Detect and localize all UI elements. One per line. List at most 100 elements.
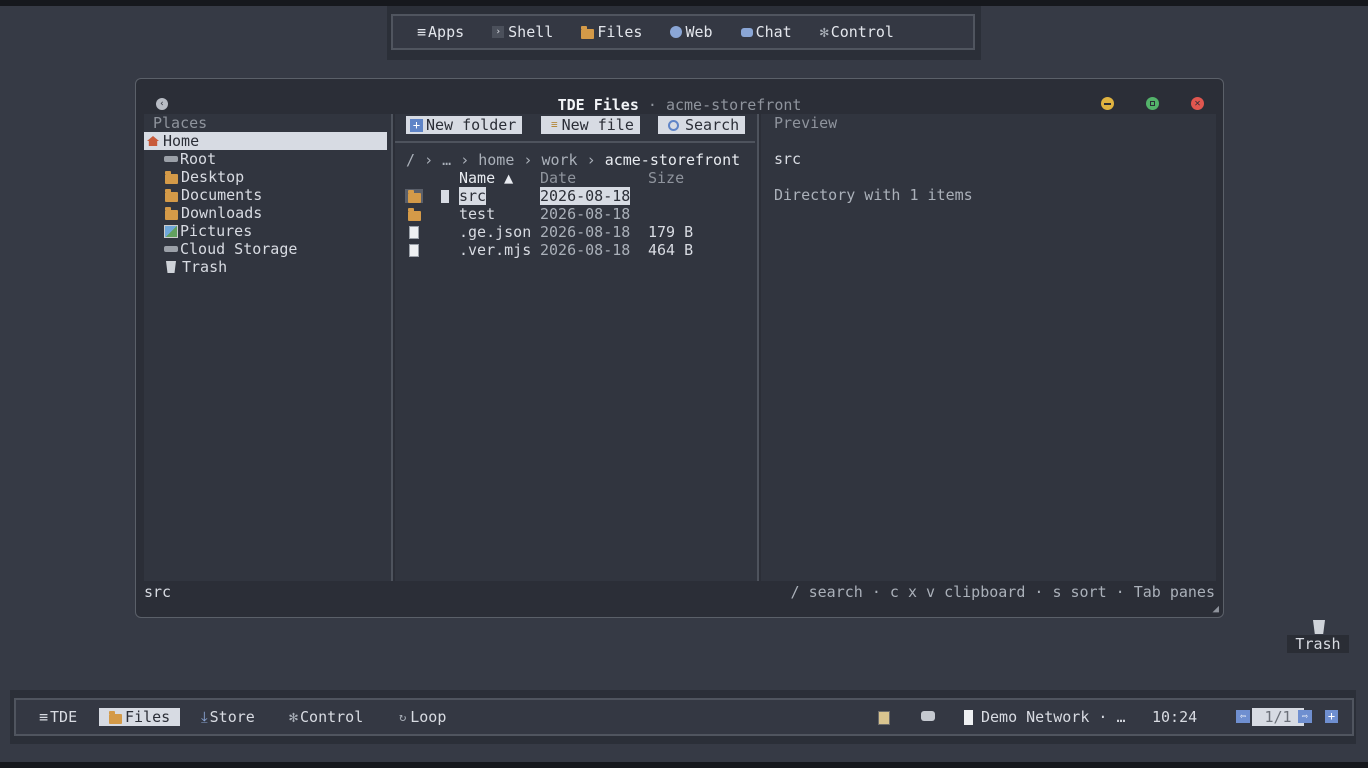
plus-icon: +: [410, 118, 423, 132]
terminal-icon: ›: [492, 26, 505, 38]
file-list-panel: + New folder ≡ New file Search / › … › h…: [395, 114, 759, 581]
clipboard-icon[interactable]: [878, 711, 890, 725]
robot-icon[interactable]: [921, 711, 935, 721]
folder-icon: [165, 188, 178, 202]
file-row[interactable]: .ver.mjs 2026-08-18 464 B: [395, 241, 755, 259]
next-workspace-icon[interactable]: ⇨: [1298, 710, 1312, 723]
menu-web-label: Web: [685, 23, 713, 41]
places-item-label: Downloads: [181, 204, 263, 222]
menu-control-label: Control: [830, 23, 894, 41]
search-icon: [668, 119, 679, 131]
breadcrumb-separator: ›: [523, 151, 533, 169]
download-icon: ⤓: [201, 708, 208, 726]
add-workspace-icon[interactable]: +: [1325, 710, 1338, 723]
home-icon: [147, 136, 159, 146]
close-button[interactable]: ✕: [1191, 97, 1204, 110]
menu-web[interactable]: Web: [670, 23, 713, 41]
globe-icon: [670, 26, 683, 38]
menu-control[interactable]: ✻ Control: [820, 23, 894, 41]
breadcrumb-root[interactable]: /: [406, 151, 415, 169]
desktop-trash-label: Trash: [1287, 635, 1349, 653]
new-file-button[interactable]: ≡ New file: [541, 116, 640, 134]
taskbar-tde[interactable]: ≡ TDE: [39, 708, 77, 726]
new-folder-button[interactable]: + New folder: [406, 116, 523, 134]
file-row[interactable]: .ge.json 2026-08-18 179 B: [395, 223, 755, 241]
file-row[interactable]: test 2026-08-18: [395, 205, 755, 223]
places-item-label: Home: [163, 132, 200, 150]
taskbar-loop-label: Loop: [410, 708, 447, 726]
new-folder-label: New folder: [426, 116, 517, 134]
cursor-marker: [441, 190, 449, 203]
breadcrumb-separator: ›: [586, 151, 596, 169]
maximize-button[interactable]: [1146, 97, 1159, 110]
places-item-desktop[interactable]: Desktop: [164, 168, 244, 186]
network-status[interactable]: Demo Network · …: [981, 708, 1126, 726]
places-item-root[interactable]: Root: [164, 150, 216, 168]
status-hints: / search · c x v clipboard · s sort · Ta…: [790, 583, 1215, 601]
menu-icon: ≡: [417, 23, 427, 41]
taskbar-loop[interactable]: ↻ Loop: [399, 708, 446, 726]
taskbar-files-label: Files: [125, 708, 171, 726]
folder-icon: [581, 25, 595, 39]
places-item-label: Root: [180, 150, 217, 168]
resize-handle[interactable]: ◢: [1212, 602, 1219, 615]
desktop-trash[interactable]: Trash: [1287, 618, 1349, 654]
menu-apps-label: Apps: [428, 23, 465, 41]
search-button[interactable]: Search: [658, 116, 746, 134]
menu-shell[interactable]: › Shell: [492, 23, 553, 41]
taskbar-control[interactable]: ✻ Control: [289, 708, 363, 726]
file-row[interactable]: src 2026-08-18: [395, 187, 755, 205]
screen-bottom-edge: [0, 762, 1368, 768]
folder-icon: [109, 710, 122, 724]
breadcrumb-ellipsis[interactable]: …: [442, 151, 451, 169]
column-size[interactable]: Size: [648, 169, 684, 187]
column-date[interactable]: Date: [540, 169, 576, 187]
new-file-icon: ≡: [551, 118, 558, 131]
prev-workspace-icon[interactable]: ⇦: [1236, 710, 1250, 723]
window-app-title: TDE Files: [557, 96, 639, 114]
folder-icon: [408, 208, 421, 221]
menu-chat-label: Chat: [755, 23, 792, 41]
places-item-documents[interactable]: Documents: [164, 186, 262, 204]
file-name: test: [459, 205, 496, 223]
picture-icon: [164, 224, 178, 238]
drive-icon: [164, 156, 178, 162]
menu-files[interactable]: Files: [581, 23, 642, 41]
minimize-button[interactable]: [1101, 97, 1114, 110]
window-subtitle: acme-storefront: [665, 96, 802, 114]
status-selection: src: [144, 583, 172, 601]
file-date: 2026-08-18: [540, 241, 631, 259]
menu-apps[interactable]: ≡ Apps: [417, 23, 464, 41]
places-item-downloads[interactable]: Downloads: [164, 204, 262, 222]
breadcrumb-home[interactable]: home: [478, 151, 514, 169]
taskbar-store[interactable]: ⤓ Store: [201, 708, 255, 726]
breadcrumb-work[interactable]: work: [541, 151, 577, 169]
breadcrumb-separator: ›: [460, 151, 470, 169]
taskbar-files[interactable]: Files: [99, 708, 180, 726]
menu-chat[interactable]: Chat: [740, 23, 792, 41]
workspace-pager[interactable]: 1/1: [1252, 708, 1304, 726]
clock[interactable]: 10:24: [1152, 708, 1197, 726]
places-item-label: Documents: [181, 186, 263, 204]
new-file-label: New file: [561, 116, 634, 134]
places-item-label: Pictures: [180, 222, 253, 240]
taskbar: ≡ TDE Files ⤓ Store ✻ Control ↻ Loop Dem…: [14, 698, 1354, 736]
file-date: 2026-08-18: [540, 205, 631, 223]
places-panel: Places Home Root Desktop Documents Downl…: [144, 114, 393, 581]
places-item-pictures[interactable]: Pictures: [164, 222, 252, 240]
network-indicator-icon: [964, 710, 973, 725]
chat-icon: [740, 27, 753, 37]
column-name[interactable]: Name ▲: [459, 169, 513, 187]
file-icon: [409, 244, 419, 257]
toolbar-divider: [395, 141, 755, 143]
taskbar-store-label: Store: [209, 708, 255, 726]
preview-heading: Preview: [774, 114, 838, 132]
breadcrumb-current: acme-storefront: [604, 151, 741, 169]
places-item-home[interactable]: Home: [144, 132, 387, 150]
file-name: .ver.mjs: [459, 241, 532, 259]
taskbar-tde-label: TDE: [50, 708, 78, 726]
menu-icon: ≡: [39, 708, 49, 726]
places-item-trash[interactable]: Trash: [164, 258, 227, 276]
menu-files-label: Files: [597, 23, 643, 41]
places-item-cloud-storage[interactable]: Cloud Storage: [164, 240, 297, 258]
